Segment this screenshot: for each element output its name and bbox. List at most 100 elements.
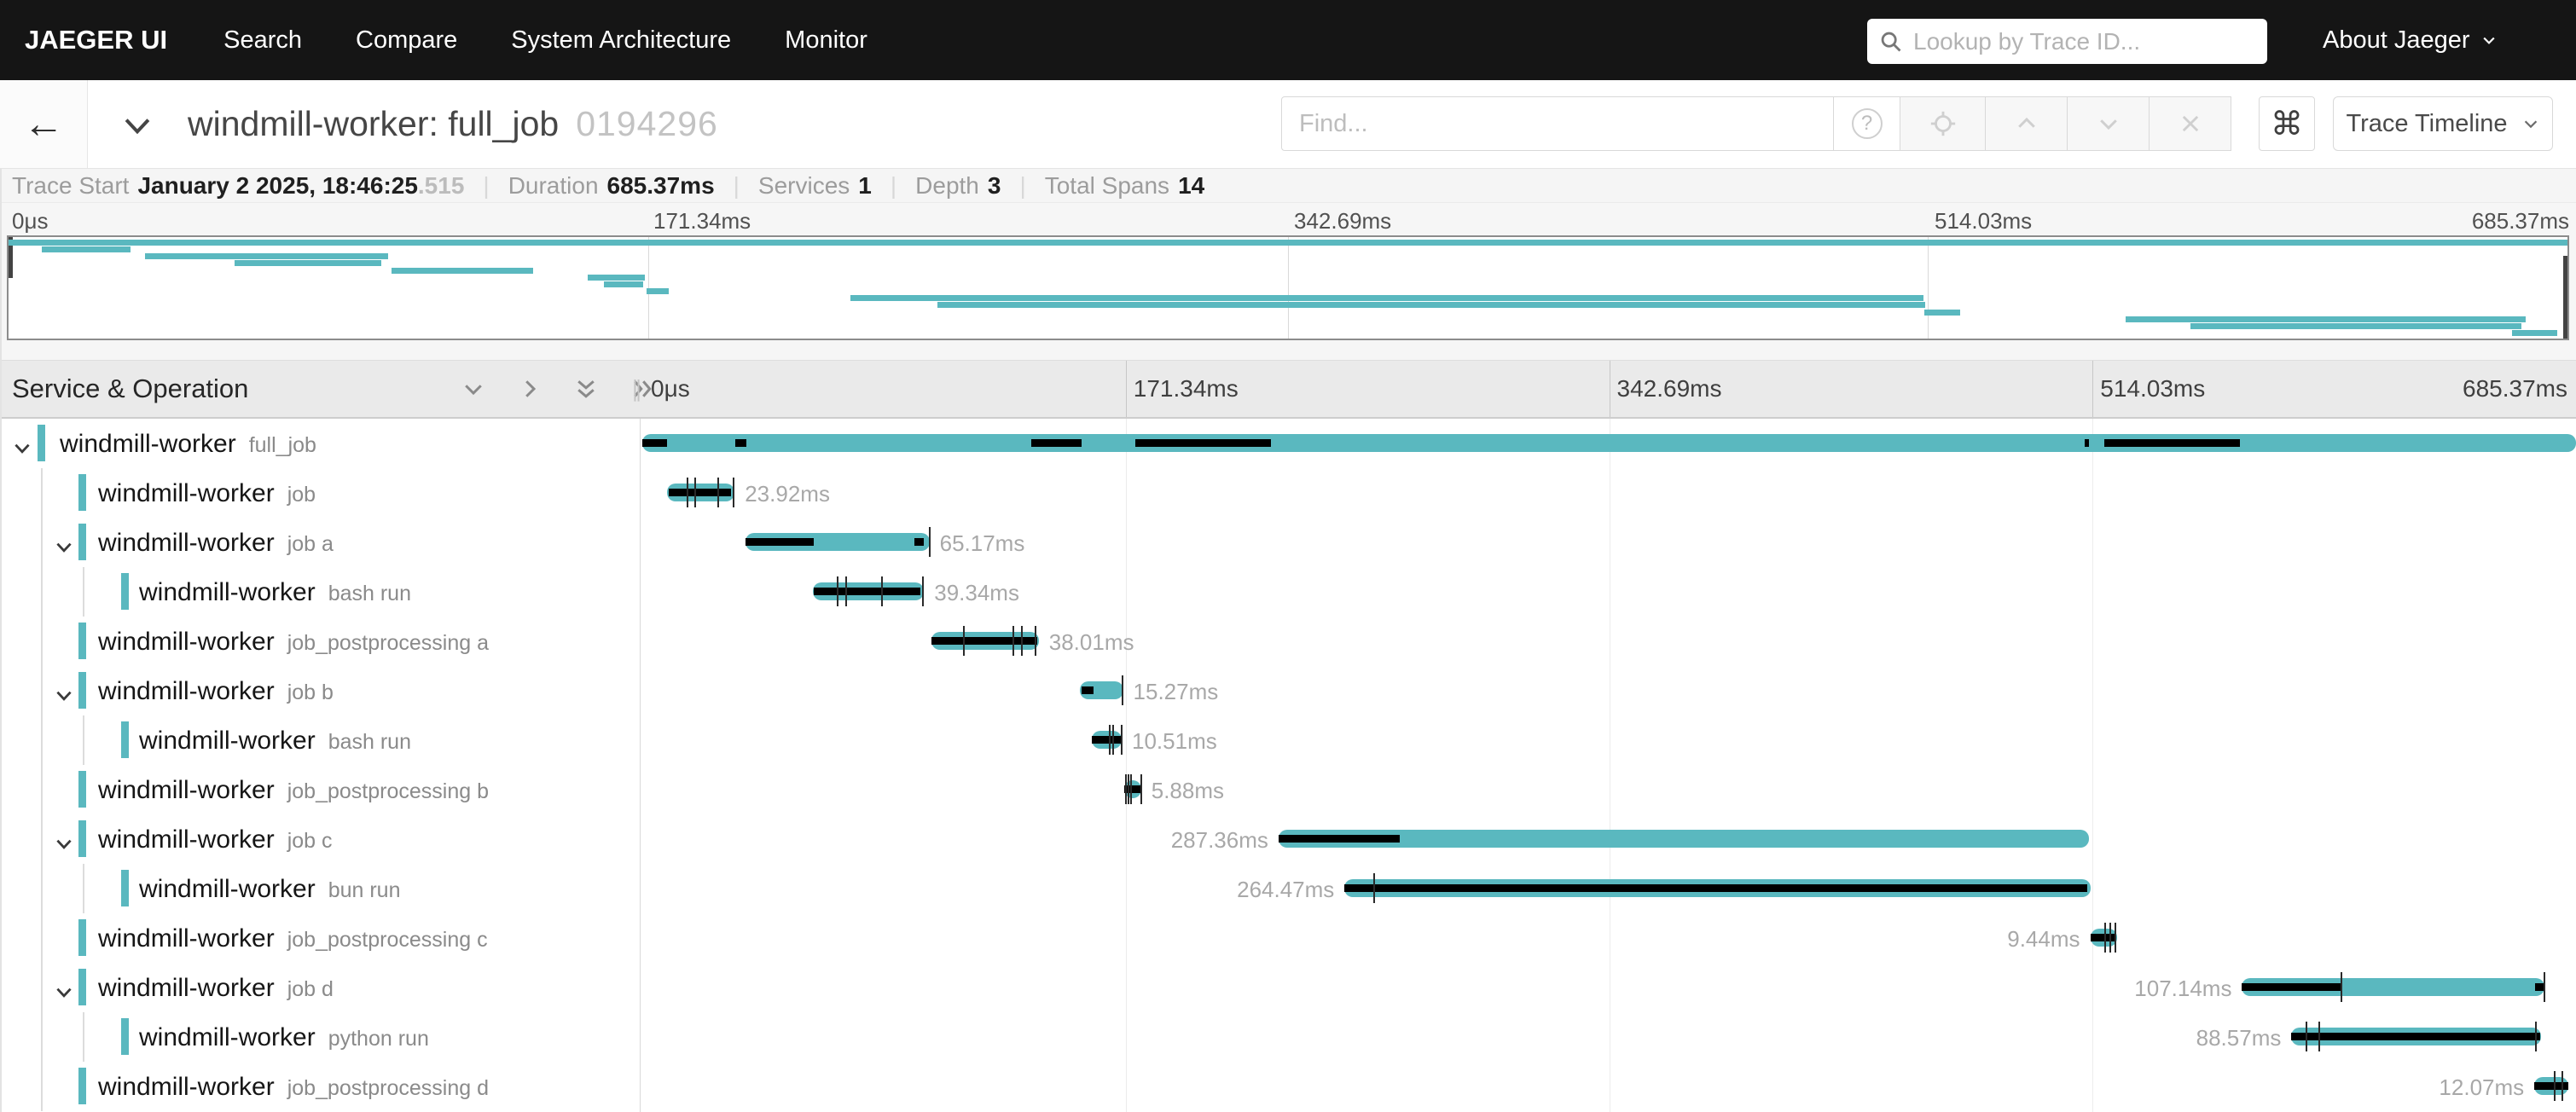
minimap-canvas[interactable] bbox=[7, 235, 2569, 340]
tree-guide-line bbox=[41, 963, 43, 1012]
service-color-accent bbox=[78, 969, 86, 1005]
span-name-cell[interactable]: windmill-workerjob_postprocessing b bbox=[0, 765, 640, 814]
span-self-time-stripe bbox=[2085, 439, 2089, 447]
collapse-all-icon[interactable] bbox=[573, 376, 599, 402]
panel-divider bbox=[640, 419, 641, 1112]
chevron-down-icon[interactable] bbox=[53, 982, 75, 1008]
trace-id-lookup-input[interactable] bbox=[1913, 28, 2237, 55]
find-input[interactable] bbox=[1281, 96, 1834, 151]
collapse-trace-button[interactable] bbox=[119, 107, 156, 144]
trace-summary-bar: Trace Start January 2 2025, 18:46:25 .51… bbox=[0, 169, 2576, 203]
span-name-cell[interactable]: windmill-workerfull_job bbox=[0, 419, 640, 468]
span-name-cell[interactable]: windmill-workerjob a bbox=[0, 518, 640, 567]
span-self-time-stripe bbox=[914, 538, 924, 546]
span-name-cell[interactable]: windmill-workerjob_postprocessing d bbox=[0, 1062, 640, 1111]
focus-span-button[interactable] bbox=[1900, 96, 1986, 151]
prev-result-button[interactable] bbox=[1986, 96, 2068, 151]
timeline-gridline bbox=[1126, 419, 1127, 1112]
chevron-down-icon[interactable] bbox=[53, 536, 75, 563]
span-log-tick bbox=[733, 478, 734, 507]
span-log-tick bbox=[929, 527, 931, 557]
span-row: windmill-workerjob_postprocessing c9.44m… bbox=[0, 913, 2576, 963]
span-self-time-stripe bbox=[746, 538, 814, 546]
span-bar[interactable] bbox=[2091, 929, 2117, 947]
span-bar[interactable] bbox=[931, 632, 1039, 650]
nav-item-compare[interactable]: Compare bbox=[356, 26, 457, 55]
span-log-tick bbox=[1373, 873, 1375, 903]
trace-id-lookup[interactable] bbox=[1867, 19, 2267, 64]
span-bar[interactable] bbox=[1092, 731, 1122, 749]
span-bar[interactable] bbox=[1124, 780, 1140, 798]
span-bar[interactable] bbox=[2291, 1028, 2541, 1045]
chevron-down-icon[interactable] bbox=[53, 685, 75, 711]
top-nav: JAEGER UI Search Compare System Architec… bbox=[0, 0, 2576, 80]
trace-view-select[interactable]: Trace Timeline bbox=[2333, 96, 2553, 151]
service-color-accent bbox=[38, 425, 45, 461]
chevron-down-icon[interactable] bbox=[11, 437, 33, 464]
span-log-tick bbox=[922, 576, 924, 606]
span-log-tick bbox=[2104, 923, 2106, 953]
span-log-tick bbox=[881, 576, 883, 606]
span-name-cell[interactable]: windmill-workerpython run bbox=[0, 1012, 640, 1062]
span-name-cell[interactable]: windmill-workerjob bbox=[0, 468, 640, 518]
span-name-cell[interactable]: windmill-workerbash run bbox=[0, 567, 640, 617]
minimap-gridline bbox=[1288, 237, 1289, 339]
span-log-tick bbox=[2115, 923, 2116, 953]
jaeger-trace-page: JAEGER UI Search Compare System Architec… bbox=[0, 0, 2576, 1112]
keyboard-shortcuts-button[interactable]: ⌘ bbox=[2259, 96, 2315, 151]
depth-value: 3 bbox=[988, 172, 1001, 200]
span-duration-label: 23.92ms bbox=[745, 481, 830, 507]
expand-one-icon[interactable] bbox=[517, 376, 542, 402]
chevron-down-icon bbox=[2096, 111, 2121, 136]
span-log-tick bbox=[2109, 923, 2111, 953]
chevron-down-icon bbox=[2521, 114, 2540, 133]
minimap-right-scrubber[interactable] bbox=[2563, 256, 2567, 339]
span-bar[interactable] bbox=[813, 582, 924, 600]
span-rows: windmill-workerfull_job windmill-workerjo… bbox=[0, 419, 2576, 1112]
clear-find-button[interactable] bbox=[2150, 96, 2231, 151]
back-button[interactable]: ← bbox=[0, 80, 88, 168]
nav-item-system-architecture[interactable]: System Architecture bbox=[511, 26, 731, 55]
tree-guide-line bbox=[41, 518, 43, 567]
minimap-span-bar bbox=[604, 281, 643, 287]
span-log-tick bbox=[2318, 1022, 2320, 1051]
span-name-cell[interactable]: windmill-workerjob d bbox=[0, 963, 640, 1012]
span-duration-label: 107.14ms bbox=[2134, 976, 2231, 1002]
span-bar[interactable] bbox=[1279, 830, 2090, 848]
span-duration-label: 15.27ms bbox=[1134, 679, 1219, 705]
span-name-cell[interactable]: windmill-workerjob c bbox=[0, 814, 640, 864]
span-name-cell[interactable]: windmill-workerbun run bbox=[0, 864, 640, 913]
span-name-cell[interactable]: windmill-workerjob b bbox=[0, 666, 640, 715]
tree-guide-line bbox=[41, 814, 43, 864]
column-resize-handle[interactable]: ∥ bbox=[631, 361, 642, 417]
span-bar[interactable] bbox=[2534, 1077, 2568, 1095]
span-self-time-stripe bbox=[1279, 835, 1401, 843]
find-help-button[interactable]: ? bbox=[1834, 96, 1900, 151]
service-name: windmill-workerfull_job bbox=[60, 430, 316, 459]
span-row: windmill-workerjob a65.17ms bbox=[0, 518, 2576, 567]
span-name-cell[interactable]: windmill-workerbash run bbox=[0, 715, 640, 765]
brand-logo[interactable]: JAEGER UI bbox=[25, 25, 167, 55]
span-bar[interactable] bbox=[1080, 681, 1123, 699]
span-name-cell[interactable]: windmill-workerjob_postprocessing a bbox=[0, 617, 640, 666]
nav-item-monitor[interactable]: Monitor bbox=[785, 26, 867, 55]
span-bar[interactable] bbox=[667, 484, 734, 501]
chevron-down-icon[interactable] bbox=[53, 833, 75, 860]
tree-guide-line bbox=[41, 913, 43, 963]
next-result-button[interactable] bbox=[2068, 96, 2150, 151]
about-jaeger-menu[interactable]: About Jaeger bbox=[2323, 0, 2498, 80]
span-bar[interactable] bbox=[1344, 879, 2091, 897]
span-bar[interactable] bbox=[642, 434, 2576, 452]
span-name-cell[interactable]: windmill-workerjob_postprocessing c bbox=[0, 913, 640, 963]
span-self-time-stripe bbox=[1031, 439, 1082, 447]
nav-item-search[interactable]: Search bbox=[223, 26, 302, 55]
span-bar[interactable] bbox=[2242, 978, 2544, 996]
page-left-border bbox=[0, 169, 2, 1112]
span-self-time-stripe bbox=[669, 489, 732, 496]
collapse-one-icon[interactable] bbox=[461, 376, 486, 402]
operation-name: full_job bbox=[249, 433, 316, 457]
span-duration-label: 264.47ms bbox=[1237, 877, 1334, 903]
span-bar[interactable] bbox=[746, 533, 930, 551]
minimap-span-bar bbox=[9, 240, 2567, 246]
operation-name: bash run bbox=[328, 582, 411, 605]
